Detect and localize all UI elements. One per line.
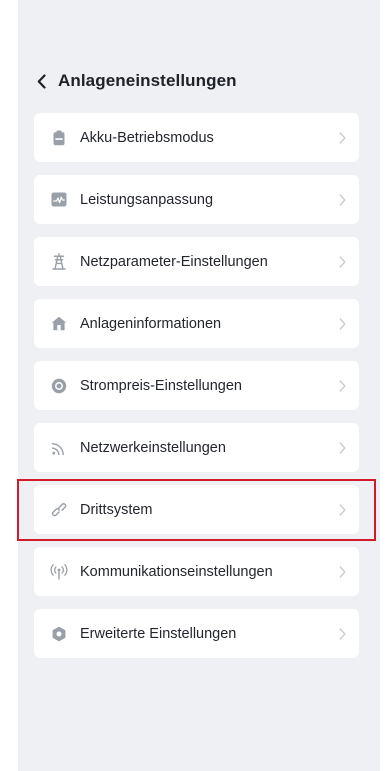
price-coin-icon	[50, 377, 68, 395]
wifi-icon	[50, 439, 68, 457]
menu-item-drittsystem[interactable]: Drittsystem	[17, 479, 376, 541]
page-header: Anlageneinstellungen	[34, 66, 237, 96]
chevron-right-icon	[337, 503, 347, 517]
link-icon	[50, 501, 68, 519]
back-button[interactable]	[34, 71, 48, 91]
menu-item-label: Akku-Betriebsmodus	[80, 129, 214, 146]
menu-item-label: Kommunikationseinstellungen	[80, 563, 273, 580]
menu-item-netzparameter-einstellungen[interactable]: Netzparameter-Einstellungen	[34, 237, 359, 286]
menu-item-label: Erweiterte Einstellungen	[80, 625, 237, 642]
menu-item-label: Leistungsanpassung	[80, 191, 214, 208]
menu-item-netzwerkeinstellungen[interactable]: Netzwerkeinstellungen	[34, 423, 359, 472]
menu-item-strompreis-einstellungen[interactable]: Strompreis-Einstellungen	[34, 361, 359, 410]
menu-item-leistungsanpassung[interactable]: Leistungsanpassung	[34, 175, 359, 224]
app-screen: Anlageneinstellungen Akku-Betriebsmodus	[17, 0, 380, 771]
chevron-right-icon	[337, 565, 347, 579]
menu-item-label: Anlageninformationen	[80, 315, 222, 332]
chevron-right-icon	[337, 131, 347, 145]
menu-item-label: Drittsystem	[80, 501, 153, 518]
highlight-box	[17, 479, 376, 541]
settings-list: Akku-Betriebsmodus Leistungsanpassung Ne…	[17, 113, 376, 671]
page-title: Anlageneinstellungen	[58, 71, 237, 90]
menu-item-label: Netzwerkeinstellungen	[80, 439, 226, 456]
menu-item-label: Strompreis-Einstellungen	[80, 377, 242, 394]
menu-item-label: Netzparameter-Einstellungen	[80, 253, 268, 270]
chevron-right-icon	[337, 441, 347, 455]
menu-item-kommunikationseinstellungen[interactable]: Kommunikationseinstellungen	[34, 547, 359, 596]
chevron-right-icon	[337, 379, 347, 393]
chevron-right-icon	[337, 627, 347, 641]
chevron-right-icon	[337, 255, 347, 269]
menu-item-erweiterte-einstellungen[interactable]: Erweiterte Einstellungen	[34, 609, 359, 658]
home-icon	[50, 315, 68, 333]
chevron-right-icon	[337, 317, 347, 331]
power-adjust-icon	[50, 191, 68, 209]
chevron-left-icon	[37, 73, 46, 89]
antenna-icon	[50, 563, 68, 581]
gear-icon	[50, 625, 68, 643]
battery-icon	[50, 129, 68, 147]
menu-item-anlageninformationen[interactable]: Anlageninformationen	[34, 299, 359, 348]
menu-item-akku-betriebsmodus[interactable]: Akku-Betriebsmodus	[34, 113, 359, 162]
chevron-right-icon	[337, 193, 347, 207]
grid-tower-icon	[50, 253, 68, 271]
